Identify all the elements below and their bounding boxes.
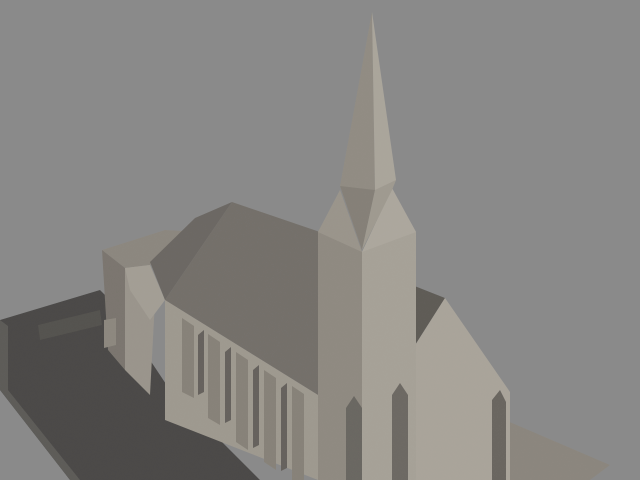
buttress-3: [236, 352, 248, 450]
window-2: [225, 347, 231, 423]
buttress-2: [208, 334, 220, 425]
tower-window-right: [392, 383, 408, 480]
transept-window-2: [492, 390, 506, 480]
window-4: [281, 383, 287, 471]
tower-window-left: [346, 396, 362, 480]
church-render: [0, 0, 640, 480]
buttress-5: [292, 386, 304, 480]
window-1: [198, 330, 204, 395]
window-3: [253, 365, 259, 448]
entrance-step: [104, 318, 116, 348]
buttress-1: [182, 318, 194, 398]
buttress-4: [264, 370, 276, 470]
